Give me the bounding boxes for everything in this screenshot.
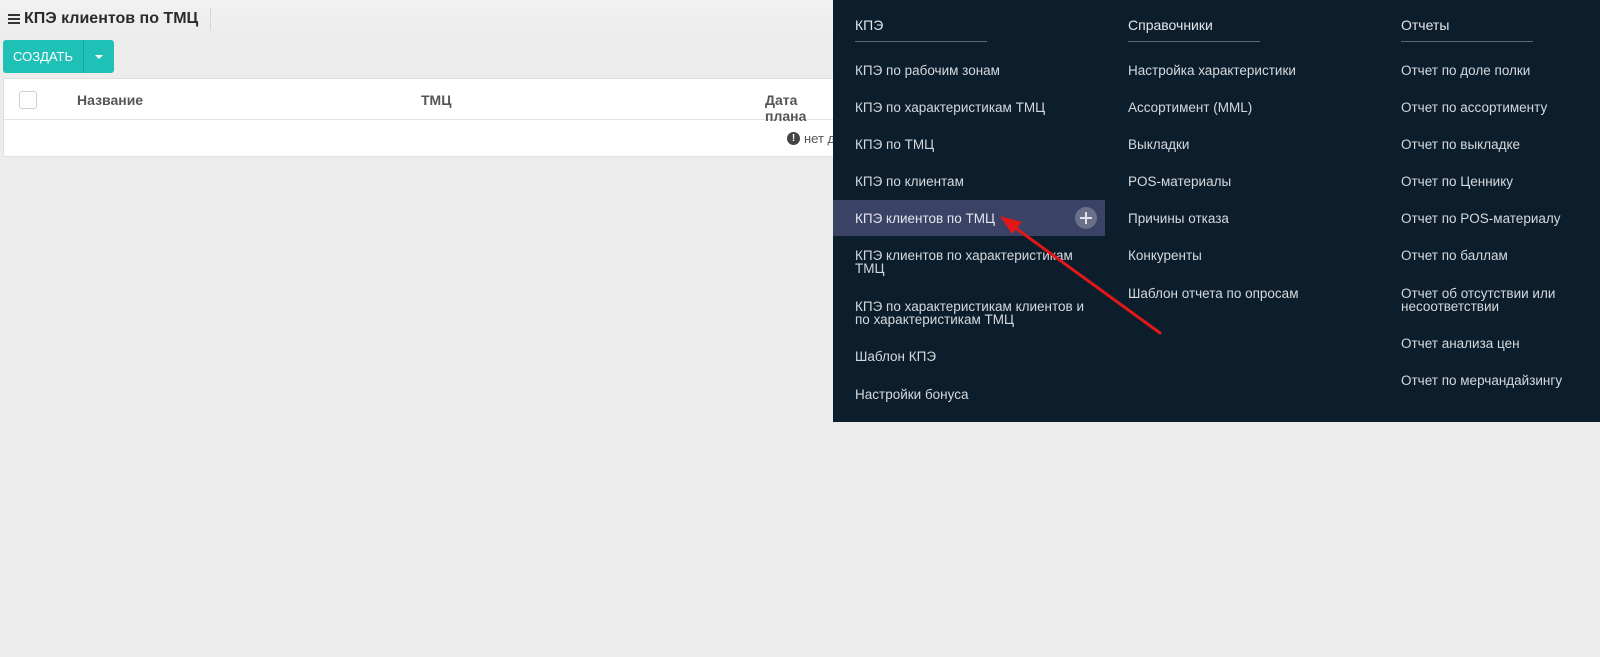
exclamation-circle-icon: ! [787,132,800,145]
menu-item-report-layout[interactable]: Отчет по выкладке [1401,138,1596,152]
menu-item-kpe-tmc-characteristics[interactable]: КПЭ по характеристикам ТМЦ [855,101,1095,115]
page-title: КПЭ клиентов по ТМЦ [24,10,199,27]
menu-item-pos-materials[interactable]: POS-материалы [1128,175,1368,189]
select-all-checkbox[interactable] [19,91,37,109]
menu-item-bonus-settings[interactable]: Настройки бонуса [855,388,1095,402]
menu-item-report-price-tag[interactable]: Отчет по Ценнику [1401,175,1596,189]
menu-item-competitors[interactable]: Конкуренты [1128,249,1368,263]
menu-item-report-shelf-share[interactable]: Отчет по доле полки [1401,64,1596,78]
empty-message-text: нет д [804,131,836,146]
menu-item-label-active: КПЭ клиентов по ТМЦ [855,211,995,226]
menu-item-kpe-clients-by-tmc-characteristics[interactable]: КПЭ клиентов по характеристикам ТМЦ [855,249,1095,276]
column-header-name[interactable]: Название [77,92,143,108]
menu-item-report-price-analysis[interactable]: Отчет анализа цен [1401,337,1596,351]
menu-item-kpe-template[interactable]: Шаблон КПЭ [855,350,1095,364]
menu-item-refusal-reasons[interactable]: Причины отказа [1128,212,1368,226]
navigation-mega-menu: КПЭ КПЭ по рабочим зонам КПЭ по характер… [833,0,1600,422]
menu-column-title-reports: Отчеты [1401,17,1450,33]
hamburger-icon[interactable] [8,13,20,25]
data-table: Название ТМЦ Дата плана ! нет д [3,78,843,157]
caret-down-icon [95,54,103,59]
menu-item-characteristic-settings[interactable]: Настройка характеристики [1128,64,1368,78]
menu-item-report-assortment[interactable]: Отчет по ассортименту [1401,101,1596,115]
create-dropdown-button[interactable] [84,40,114,73]
header-divider [210,8,212,30]
empty-message: ! нет д [787,131,835,146]
table-header: Название ТМЦ Дата плана [4,79,842,124]
plus-icon[interactable] [1075,207,1097,229]
empty-table-row: ! нет д [4,120,842,157]
app-root: КПЭ клиентов по ТМЦ СОЗДАТЬ Название ТМЦ… [0,0,1600,657]
menu-column-title-kpe: КПЭ [855,17,884,33]
menu-item-report-pos-material[interactable]: Отчет по POS-материалу [1401,212,1596,226]
column-header-tmc[interactable]: ТМЦ [421,92,451,108]
menu-item-kpe-clients[interactable]: КПЭ по клиентам [855,175,1095,189]
create-button[interactable]: СОЗДАТЬ [3,40,84,73]
menu-item-report-points[interactable]: Отчет по баллам [1401,249,1596,263]
menu-item-assortment-mml[interactable]: Ассортимент (MML) [1128,101,1368,115]
column-title-underline [1128,41,1260,42]
menu-item-kpe-clients-by-tmc[interactable]: КПЭ клиентов по ТМЦ [833,200,1105,236]
column-title-underline [855,41,987,42]
menu-item-layouts[interactable]: Выкладки [1128,138,1368,152]
menu-item-kpe-tmc[interactable]: КПЭ по ТМЦ [855,138,1095,152]
menu-item-kpe-client-and-tmc-characteristics[interactable]: КПЭ по характеристикам клиентов и по хар… [855,300,1095,327]
page-header: КПЭ клиентов по ТМЦ [0,0,840,38]
column-title-underline [1401,41,1533,42]
menu-item-survey-report-template[interactable]: Шаблон отчета по опросам [1128,287,1368,301]
menu-item-report-absence-mismatch[interactable]: Отчет об отсутствии или несоответствии [1401,287,1596,314]
menu-item-kpe-work-zones[interactable]: КПЭ по рабочим зонам [855,64,1095,78]
create-button-group: СОЗДАТЬ [3,40,114,73]
menu-column-title-references: Справочники [1128,17,1213,33]
menu-item-report-merchandising[interactable]: Отчет по мерчандайзингу [1401,374,1596,388]
